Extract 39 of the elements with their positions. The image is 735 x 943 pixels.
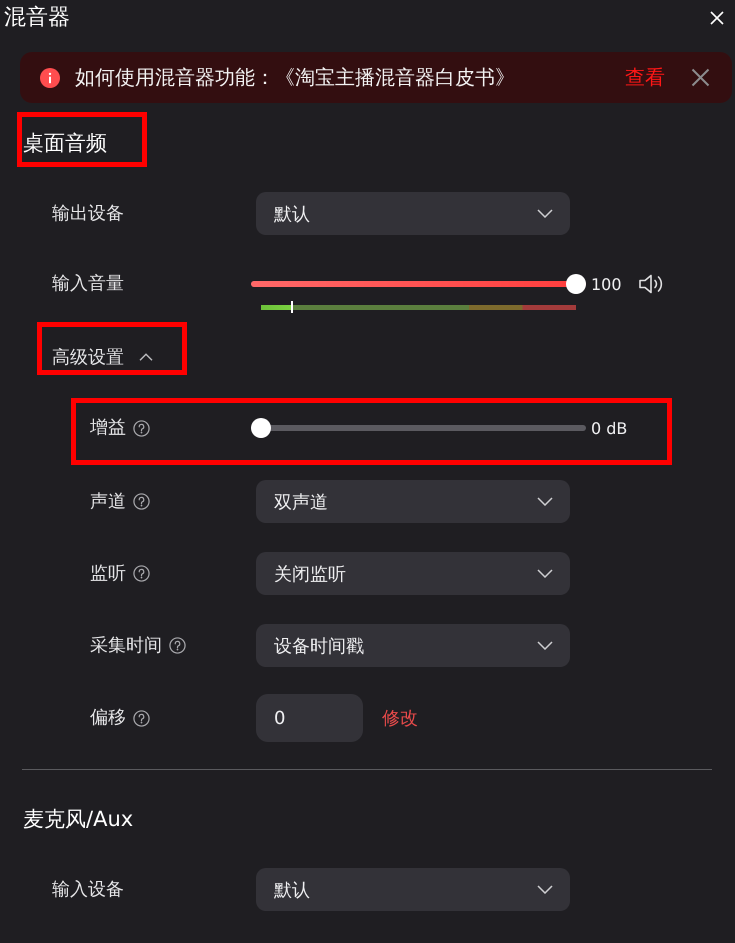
dropdown[interactable]: 设备时间戳 (256, 624, 570, 667)
field-label: 采集时间 (90, 634, 162, 658)
slider-track[interactable] (251, 274, 586, 294)
dropdown[interactable]: 关闭监听 (256, 552, 570, 595)
help-icon[interactable] (169, 637, 186, 654)
chevron-down-icon (537, 569, 553, 578)
field-label: 输入设备 (52, 878, 124, 902)
field-label: 输入音量 (52, 272, 124, 296)
field-label: 偏移 (90, 706, 126, 730)
section-title: 桌面音频 (23, 130, 107, 157)
field-label: 增益 (90, 416, 126, 440)
slider-thumb[interactable] (566, 274, 586, 294)
edit-link[interactable]: 修改 (382, 706, 418, 730)
dropdown[interactable]: 默认 (256, 192, 570, 235)
dropdown[interactable]: 双声道 (256, 480, 570, 523)
advanced-toggle[interactable]: 高级设置 (42, 327, 182, 370)
info-icon (40, 68, 60, 88)
number-input[interactable]: 0 (256, 694, 363, 742)
chevron-down-icon (537, 641, 553, 650)
chevron-down-icon (537, 497, 553, 506)
chevron-down-icon (537, 209, 553, 218)
speaker-icon[interactable] (638, 272, 664, 296)
slider-thumb[interactable] (251, 418, 271, 438)
chevron-down-icon (537, 885, 553, 894)
slider-track[interactable] (251, 418, 586, 438)
slider-value: 0 dB (591, 418, 628, 438)
dropdown[interactable]: 默认 (256, 868, 570, 911)
field-label: 监听 (90, 562, 126, 586)
help-icon[interactable] (133, 710, 150, 726)
help-icon[interactable] (133, 420, 150, 436)
help-icon[interactable] (133, 565, 150, 582)
window-title: 混音器 (4, 4, 70, 32)
slider-value: 100 (591, 274, 622, 294)
notice-text: 如何使用混音器功能：《淘宝主播混音器白皮书》 (75, 64, 516, 91)
help-icon[interactable] (133, 493, 150, 510)
view-link[interactable]: 查看 (625, 64, 665, 91)
field-label: 声道 (90, 490, 126, 514)
section-title: 麦克风/Aux (23, 806, 134, 833)
field-label: 输出设备 (52, 202, 124, 226)
